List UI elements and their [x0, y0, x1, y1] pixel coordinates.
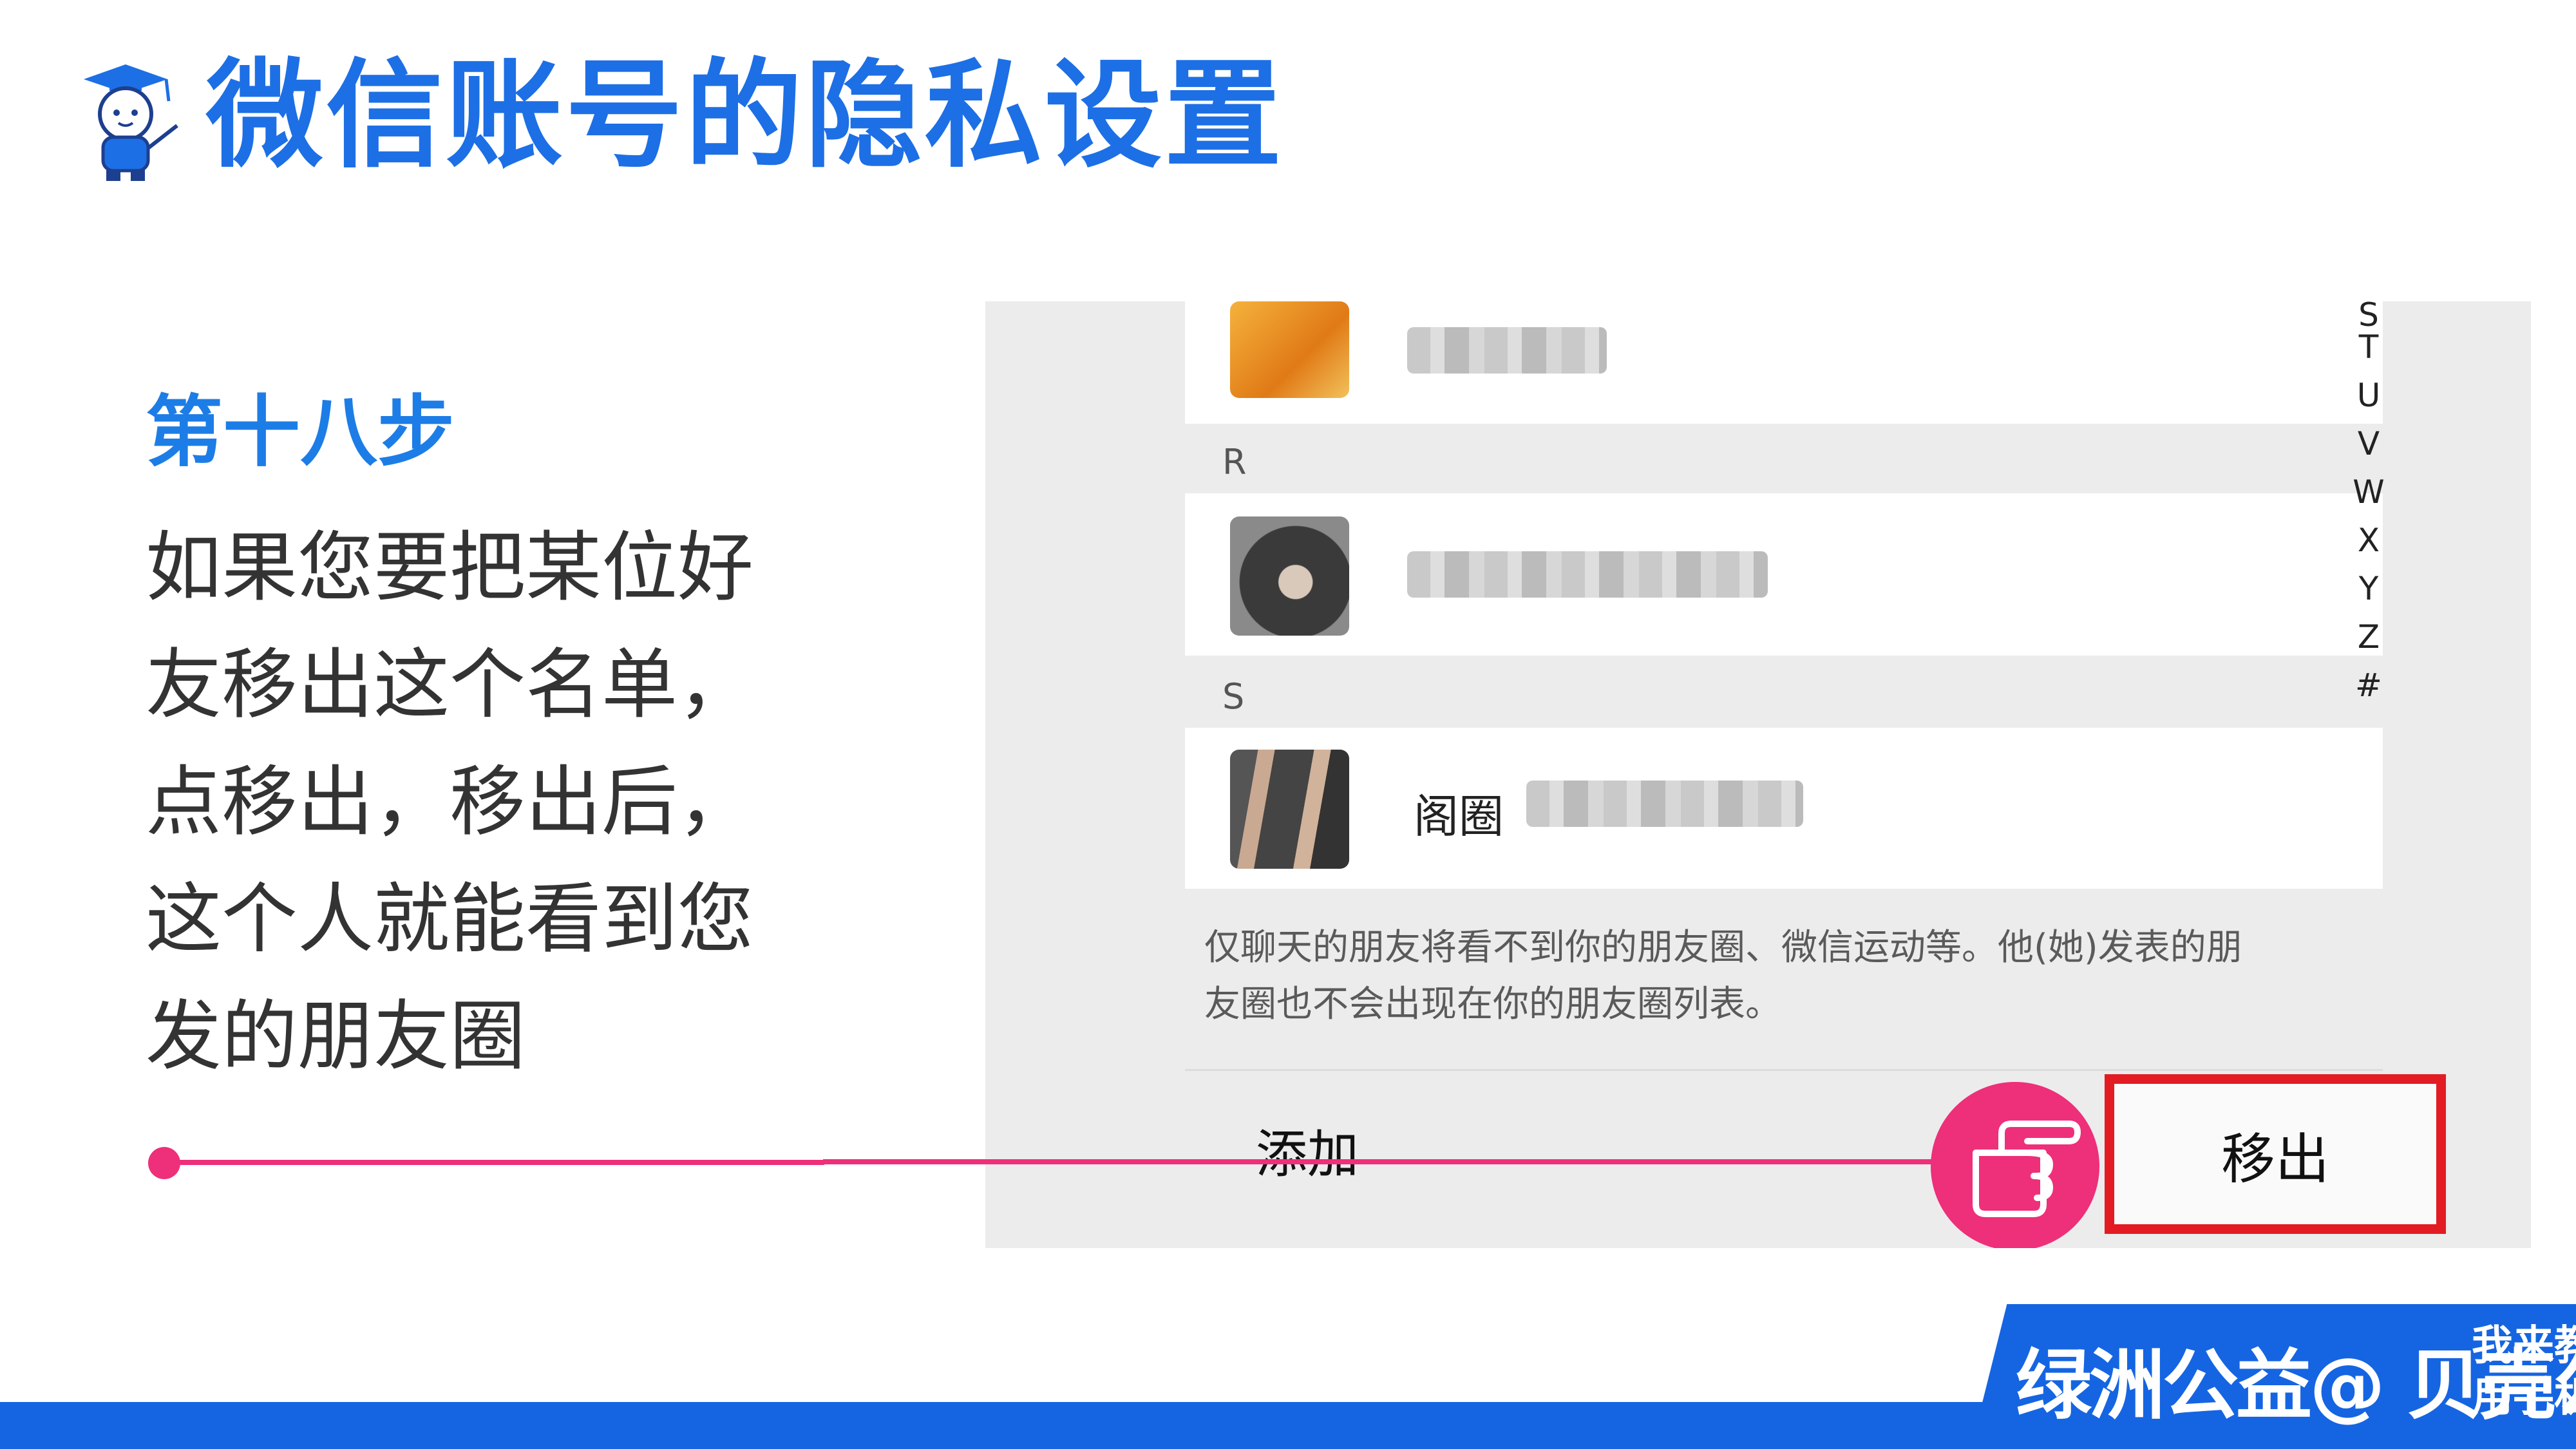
add-button[interactable]: 添加 [1256, 1113, 1359, 1188]
avatar [1230, 301, 1349, 398]
index-letter[interactable]: Z [2343, 618, 2394, 656]
page-title: 微信账号的隐私设置 [206, 47, 1284, 184]
index-letter[interactable]: X [2343, 522, 2394, 559]
divider [1185, 1069, 2383, 1071]
index-letter[interactable]: T [2343, 328, 2394, 366]
tagline-line: 我来教您 [2472, 1322, 2576, 1370]
blurred-contact-name [1407, 551, 1768, 598]
section-header-s: S [1222, 676, 1245, 717]
teacher-mascot-icon [84, 64, 178, 181]
remove-button[interactable]: 移出 [2105, 1074, 2446, 1234]
blurred-contact-name [1407, 327, 1607, 374]
index-letter[interactable]: W [2343, 473, 2394, 511]
connector-line [823, 1159, 1932, 1164]
index-letter[interactable]: U [2343, 377, 2394, 414]
instruction-line: 如果您要把某位好 [146, 523, 754, 612]
contact-row[interactable] [1185, 301, 2383, 424]
instruction-line: 这个人就能看到您 [146, 875, 754, 963]
instruction-line: 友移出这个名单， [146, 640, 754, 729]
instruction-line: 点移出，移出后， [146, 757, 754, 846]
footer-tagline: 我来教您 用手机 [2472, 1320, 2576, 1423]
contact-name-partial: 阁圈 [1414, 790, 1504, 843]
step-title: 第十八步 [146, 388, 455, 477]
contact-row[interactable]: 阁圈 [1185, 728, 2383, 889]
contact-row[interactable] [1185, 493, 2383, 656]
blurred-contact-name [1526, 781, 1803, 827]
index-letter[interactable]: Y [2343, 570, 2394, 607]
connector-line [164, 1160, 824, 1165]
phone-screenshot: R S 阁圈 S T U V W X Y Z # 仅聊天的朋友将看不到你的朋友圈… [985, 301, 2531, 1248]
section-header-r: R [1222, 442, 1247, 482]
connector-dot [148, 1147, 180, 1179]
avatar [1230, 750, 1349, 869]
step-instructions: 如果您要把某位好 友移出这个名单， 点移出，移出后， 这个人就能看到您 发的朋友… [146, 509, 777, 1095]
notice-line: 友圈也不会出现在你的朋友圈列表。 [1204, 983, 1781, 1025]
instruction-line: 发的朋友圈 [146, 992, 526, 1081]
pointing-hand-icon [1931, 1082, 2099, 1248]
avatar [1230, 516, 1349, 636]
tagline-line: 用手机 [2472, 1374, 2576, 1421]
notice-line: 仅聊天的朋友将看不到你的朋友圈、微信运动等。他(她)发表的朋 [1204, 927, 2242, 969]
index-letter[interactable]: # [2343, 667, 2394, 704]
index-letter[interactable]: V [2343, 425, 2394, 462]
privacy-notice: 仅聊天的朋友将看不到你的朋友圈、微信运动等。他(她)发表的朋 友圈也不会出现在你… [1204, 920, 2357, 1033]
remove-button-label: 移出 [2221, 1128, 2329, 1191]
